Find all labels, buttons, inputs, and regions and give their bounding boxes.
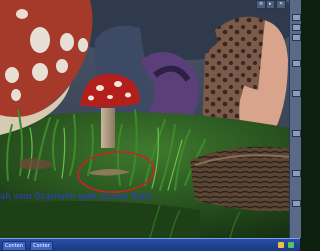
close-icon[interactable]: ✕ xyxy=(276,0,287,9)
panel-icon[interactable] xyxy=(292,90,301,97)
panel-icon[interactable] xyxy=(292,200,301,207)
panel-icon[interactable] xyxy=(292,130,301,137)
panel-icon[interactable] xyxy=(292,24,301,31)
tray-icon[interactable] xyxy=(278,242,284,248)
tray-icon[interactable] xyxy=(288,242,294,248)
3d-viewport[interactable]: ah vom Grashalm geht durchs Blatt xyxy=(0,0,300,250)
panel-icon[interactable] xyxy=(292,14,301,21)
subtitle-caption: ah vom Grashalm geht durchs Blatt xyxy=(0,192,152,202)
panel-icon[interactable] xyxy=(292,34,301,41)
menu-icon[interactable]: ≡ xyxy=(256,0,267,9)
taskbar: Conten Conter xyxy=(0,238,300,251)
right-toolbar xyxy=(289,0,301,238)
play-icon[interactable]: ▸ xyxy=(266,0,275,9)
scene-render xyxy=(0,0,300,250)
panel-icon[interactable] xyxy=(292,60,301,67)
panel-icon[interactable] xyxy=(292,170,301,177)
